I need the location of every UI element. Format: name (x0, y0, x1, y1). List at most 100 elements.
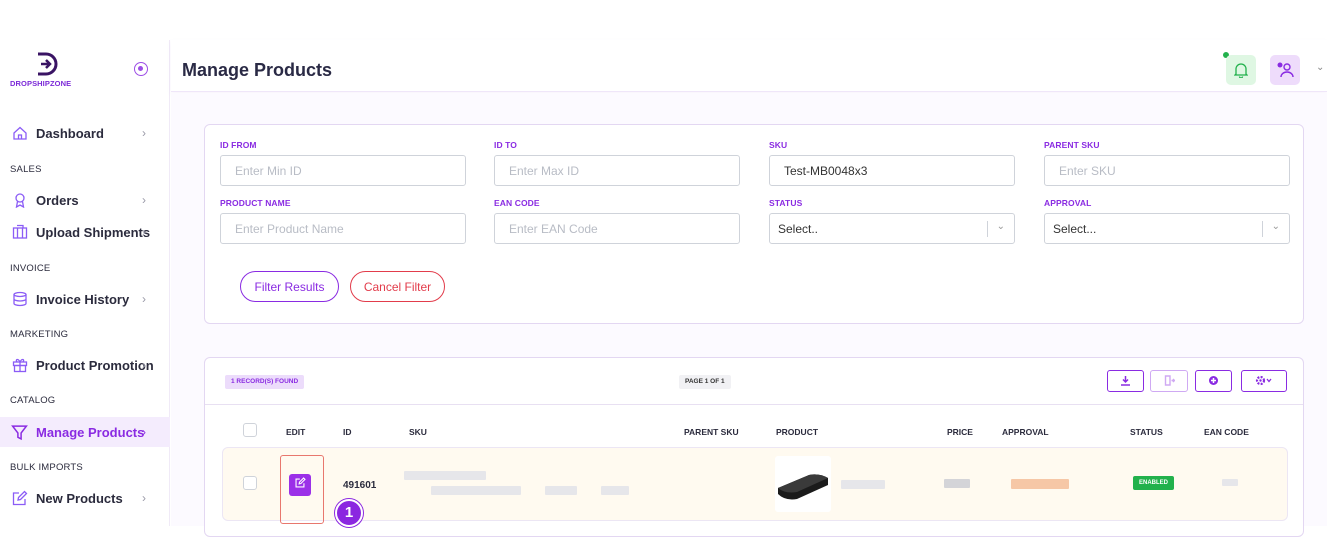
ean-code-input[interactable] (494, 213, 740, 244)
download-icon (1121, 376, 1130, 386)
settings-dropdown-button[interactable] (1241, 370, 1287, 392)
redacted-ean-code (1222, 479, 1238, 486)
id-from-input[interactable] (220, 155, 466, 186)
redacted-price (944, 479, 970, 488)
gift-icon (11, 357, 28, 374)
chevron-down-icon[interactable]: ⌄ (1316, 62, 1324, 73)
sidebar-item-label: Orders (36, 192, 79, 208)
sidebar-item-invoice-history[interactable]: Invoice History › (0, 284, 170, 314)
select-separator (1262, 221, 1263, 237)
column-header-product: PRODUCT (776, 427, 819, 437)
filter-results-button[interactable]: Filter Results (240, 271, 339, 302)
column-header-edit: EDIT (286, 427, 306, 437)
chevron-down-icon: ⌄ (1271, 221, 1280, 232)
chevron-down-icon: ⌄ (996, 221, 1005, 232)
sidebar-item-manage-products[interactable]: Manage Products › (0, 417, 170, 447)
page-info-badge: PAGE 1 OF 1 (679, 375, 731, 389)
product-name-input[interactable] (220, 213, 466, 244)
app-window: DROPSHIPZONE Dashboard › SALES Orders › … (0, 40, 1327, 537)
step-marker-badge: 1 (335, 499, 363, 527)
sku-input[interactable] (769, 155, 1015, 186)
sidebar-item-new-products[interactable]: New Products › (0, 483, 170, 513)
select-all-checkbox[interactable] (243, 423, 257, 437)
product-image-icon (778, 474, 828, 500)
box-icon (11, 224, 28, 241)
section-catalog: CATALOG (10, 395, 56, 406)
row-checkbox[interactable] (243, 476, 257, 490)
id-to-label: ID TO (494, 140, 518, 150)
product-name-label: PRODUCT NAME (220, 198, 291, 208)
status-select[interactable]: Select.. ⌄ (769, 213, 1015, 244)
chevron-right-icon: › (142, 425, 146, 439)
approval-select[interactable]: Select... ⌄ (1044, 213, 1290, 244)
add-product-button[interactable] (1195, 370, 1232, 392)
parent-sku-input[interactable] (1044, 155, 1290, 186)
bell-icon (1234, 63, 1248, 78)
edit-icon (294, 477, 306, 488)
export-button[interactable] (1150, 370, 1188, 392)
home-icon (11, 125, 28, 142)
download-button[interactable] (1107, 370, 1144, 392)
sidebar-item-dashboard[interactable]: Dashboard › (0, 118, 170, 148)
column-header-ean-code: EAN CODE (1204, 427, 1249, 437)
id-to-input[interactable] (494, 155, 740, 186)
cancel-filter-button[interactable]: Cancel Filter (350, 271, 445, 302)
approval-select-value: Select... (1053, 222, 1097, 236)
table-row (222, 447, 1288, 521)
ean-code-label: EAN CODE (494, 198, 540, 208)
main-content: ID FROM ID TO SKU PARENT SKU PRODUCT NAM… (171, 93, 1327, 537)
plus-circle-icon (1209, 376, 1218, 385)
ribbon-icon (11, 192, 28, 209)
redacted-sku-line (545, 486, 577, 495)
edit-icon (11, 490, 28, 507)
user-menu-button[interactable] (1270, 55, 1300, 85)
chevron-right-icon: › (142, 491, 146, 505)
redacted-sku-line (404, 471, 486, 480)
edit-row-button[interactable] (289, 474, 311, 496)
column-header-id: ID (343, 427, 352, 437)
sidebar-item-label: Dashboard (36, 125, 104, 141)
sidebar-item-product-promotion[interactable]: Product Promotion › (0, 350, 170, 380)
status-badge: ENABLED (1133, 476, 1175, 490)
sidebar-item-upload-shipments[interactable]: Upload Shipments › (0, 217, 170, 247)
redacted-approval (1011, 479, 1069, 489)
notifications-button[interactable] (1226, 55, 1256, 85)
chevron-right-icon: › (142, 126, 146, 140)
column-header-parent-sku: PARENT SKU (684, 427, 739, 437)
chevron-right-icon: › (142, 292, 146, 306)
sidebar-item-label: Upload Shipments (36, 224, 151, 240)
sidebar: DROPSHIPZONE Dashboard › SALES Orders › … (0, 40, 170, 526)
sidebar-item-label: Manage Products (36, 424, 145, 440)
collapse-sidebar-icon[interactable] (134, 62, 148, 76)
sidebar-item-label: Product Promotion (36, 357, 154, 373)
row-id-cell: 491601 (343, 480, 377, 491)
section-marketing: MARKETING (10, 329, 69, 340)
select-separator (987, 221, 988, 237)
page-title: Manage Products (182, 60, 333, 80)
top-bar: Manage Products ⌄ (171, 40, 1327, 92)
records-found-badge: 1 RECORD(S) FOUND (225, 375, 305, 389)
filter-panel: ID FROM ID TO SKU PARENT SKU PRODUCT NAM… (204, 124, 1304, 324)
redacted-sku-line (431, 486, 521, 495)
file-export-icon (1164, 375, 1175, 386)
logo-text: DROPSHIPZONE (10, 79, 72, 88)
column-header-status: STATUS (1130, 427, 1163, 437)
products-table-panel: 1 RECORD(S) FOUND PAGE 1 OF 1 EDIT ID SK… (204, 357, 1304, 537)
approval-label: APPROVAL (1044, 198, 1092, 208)
redacted-product-name (841, 480, 885, 489)
chevron-right-icon: › (142, 193, 146, 207)
column-header-sku: SKU (409, 427, 427, 437)
status-select-value: Select.. (778, 222, 819, 236)
header-divider (205, 404, 1303, 405)
brand-logo[interactable]: DROPSHIPZONE (10, 52, 90, 92)
logo-mark-icon (36, 52, 58, 80)
sidebar-item-orders[interactable]: Orders › (0, 185, 170, 215)
column-header-approval: APPROVAL (1002, 427, 1049, 437)
status-label: STATUS (769, 198, 803, 208)
chevron-right-icon: › (142, 225, 146, 239)
product-thumbnail[interactable] (775, 456, 831, 512)
section-invoice: INVOICE (10, 263, 51, 274)
redacted-sku-line (601, 486, 629, 495)
chevron-right-icon: › (142, 358, 146, 372)
section-bulk-imports: BULK IMPORTS (10, 462, 83, 473)
